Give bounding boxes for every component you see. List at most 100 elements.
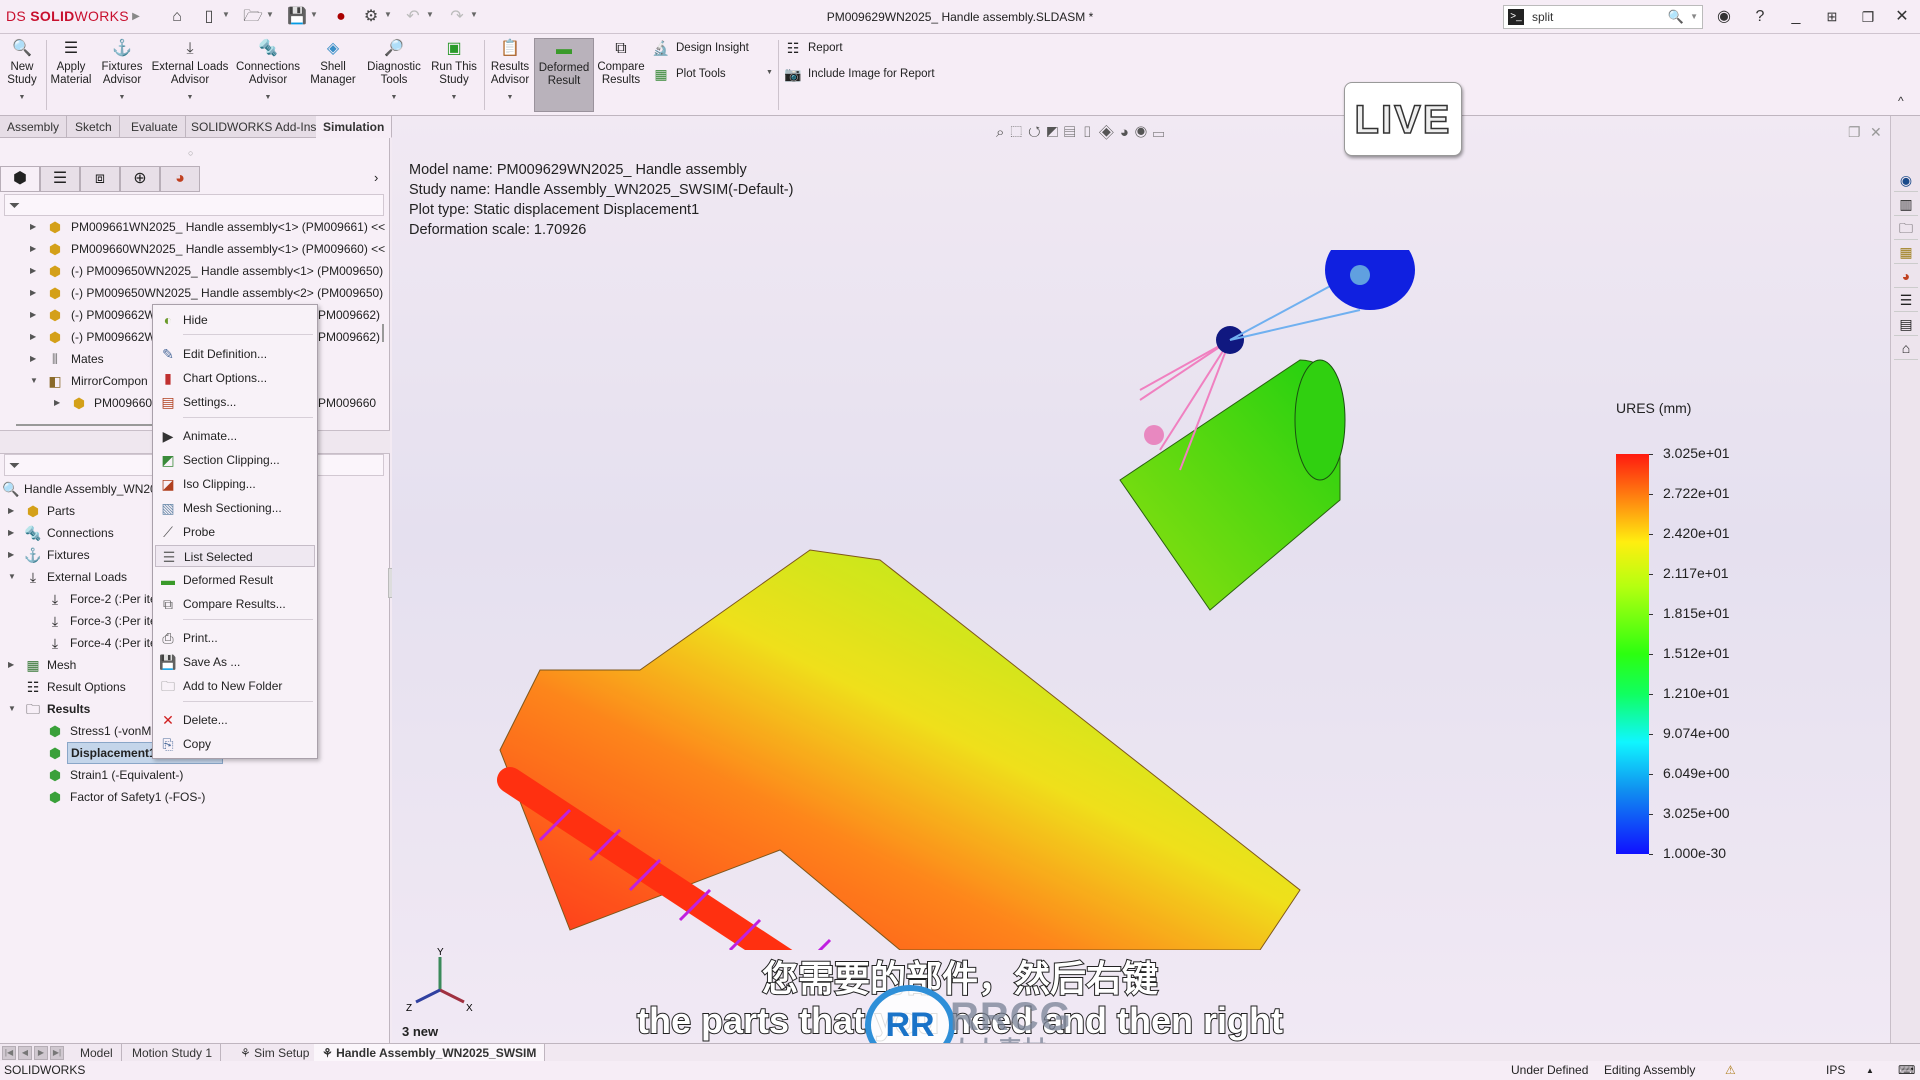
section-view-icon[interactable]: ◩ <box>1047 124 1064 141</box>
new-dropdown-icon[interactable]: ▼ <box>222 10 230 19</box>
prev-tab-button[interactable]: ◀ <box>18 1046 32 1060</box>
menu-item-compare-results[interactable]: ⧉ Compare Results... <box>155 593 315 615</box>
menu-item-edit-definition[interactable]: ✎ Edit Definition... <box>155 343 315 365</box>
feature-tree-tab-icon[interactable]: ⬢ <box>0 166 40 192</box>
menu-item-probe[interactable]: ⟋ Probe <box>155 521 315 543</box>
view-settings-icon[interactable]: ▭ <box>1153 124 1170 141</box>
open-dropdown-icon[interactable]: ▼ <box>266 10 274 19</box>
menu-item-delete[interactable]: ✕ Delete... <box>155 709 315 731</box>
menu-item-iso-clipping[interactable]: ◪ Iso Clipping... <box>155 473 315 495</box>
solidworks-forum-icon[interactable]: ▤ <box>1894 312 1918 336</box>
expand-menu-arrow-icon[interactable]: ▶ <box>125 7 147 27</box>
help-icon[interactable]: ? <box>1748 6 1772 28</box>
expand-arrow-icon[interactable]: ▶ <box>30 216 36 238</box>
menu-item-deformed-result[interactable]: ▬ Deformed Result <box>155 569 315 591</box>
tile-window-button[interactable]: ⊞ <box>1820 6 1844 28</box>
save-dropdown-icon[interactable]: ▼ <box>310 10 318 19</box>
new-document-icon[interactable]: ▯ <box>198 7 220 27</box>
close-window-button[interactable]: ✕ <box>1890 6 1914 28</box>
view-orientation-icon[interactable]: ▯ <box>1081 124 1098 141</box>
diagnostic-tools-button[interactable]: 🔎 Diagnostic Tools ▼ <box>362 38 426 112</box>
tab-sketch[interactable]: Sketch <box>68 116 120 138</box>
units-dropdown-icon[interactable]: ▲ <box>1866 1061 1874 1080</box>
include-image-for-report-button[interactable]: 📷 Include Image for Report <box>782 63 934 85</box>
compare-results-button[interactable]: ⧉ Compare Results <box>596 38 646 112</box>
dimxpert-tab-icon[interactable]: ⊕ <box>120 166 160 192</box>
redo-dropdown-icon[interactable]: ▼ <box>470 10 478 19</box>
report-button[interactable]: ☷ Report <box>782 37 843 59</box>
tab-assembly[interactable]: Assembly <box>0 116 68 138</box>
previous-view-icon[interactable]: ↺ <box>1028 124 1047 141</box>
run-this-study-button[interactable]: ▣ Run This Study ▼ <box>428 38 480 112</box>
search-icon[interactable]: 🔍 <box>1668 6 1684 28</box>
rebuild-icon[interactable]: ● <box>330 7 352 27</box>
zoom-to-area-icon[interactable]: ⬚ <box>1010 124 1028 141</box>
tab-sim-setup[interactable]: ⚘ Sim Setup <box>232 1044 319 1062</box>
solidworks-resources-icon[interactable]: ◉ <box>1894 168 1918 192</box>
home-icon[interactable]: ⌂ <box>1894 336 1918 360</box>
expand-arrow-icon[interactable]: ▶ <box>8 544 14 566</box>
restore-window-button[interactable]: ❐ <box>1856 6 1880 28</box>
expand-arrow-icon[interactable]: ▶ <box>54 392 60 414</box>
expand-arrow-icon[interactable]: ▶ <box>8 522 14 544</box>
feature-tree-filter[interactable]: ⏷ <box>4 194 384 216</box>
tab-simulation-study[interactable]: ⚘ Handle Assembly_WN2025_SWSIM <box>314 1044 546 1062</box>
dropdown-arrow-icon[interactable]: ▼ <box>2 91 42 104</box>
menu-item-animate[interactable]: ▶ Animate... <box>155 425 315 447</box>
expand-arrow-icon[interactable]: ▶ <box>30 260 36 282</box>
display-style-icon[interactable]: ◈ <box>1099 124 1120 141</box>
plot-tools-dropdown-icon[interactable]: ▼ <box>766 69 773 76</box>
panel-grip-icon[interactable]: ○ <box>188 148 193 158</box>
menu-item-copy[interactable]: ⎘ Copy <box>155 733 315 755</box>
appearances-icon[interactable]: ◕ <box>1894 264 1918 288</box>
redo-icon[interactable]: ↷ <box>446 7 468 27</box>
appearance-icon[interactable]: ◉ <box>1135 124 1153 141</box>
menu-item-chart-options[interactable]: ▮ Chart Options... <box>155 367 315 389</box>
viewport-restore-icon[interactable]: ❐ <box>1848 124 1861 141</box>
options-dropdown-icon[interactable]: ▼ <box>384 10 392 19</box>
collapse-ribbon-icon[interactable]: ^ <box>1898 94 1904 108</box>
menu-item-settings[interactable]: ▤ Settings... <box>155 391 315 413</box>
dropdown-arrow-icon[interactable]: ▼ <box>486 91 534 104</box>
dropdown-arrow-icon[interactable]: ▼ <box>150 91 230 104</box>
open-icon[interactable]: 🗁 <box>242 7 264 27</box>
tab-model[interactable]: Model <box>72 1044 122 1062</box>
zoom-to-fit-icon[interactable]: ⌕ <box>996 124 1010 141</box>
expand-arrow-icon[interactable]: ▶ <box>30 238 36 260</box>
menu-item-section-clipping[interactable]: ◩ Section Clipping... <box>155 449 315 471</box>
hide-show-icon[interactable]: ◕ <box>1120 124 1135 141</box>
custom-properties-icon[interactable]: ☰ <box>1894 288 1918 312</box>
save-icon[interactable]: 💾 <box>286 7 308 27</box>
tab-solidworks-add-ins[interactable]: SOLIDWORKS Add-Ins <box>184 116 325 138</box>
dropdown-arrow-icon[interactable]: ▼ <box>98 91 146 104</box>
solidworks-logo[interactable]: DS SOLIDWORKS <box>6 8 129 24</box>
display-manager-tab-icon[interactable]: ◕ <box>160 166 200 192</box>
design-library-icon[interactable]: ▥ <box>1894 192 1918 216</box>
menu-item-hide[interactable]: ◐ Hide <box>155 309 315 331</box>
fixtures-advisor-button[interactable]: ⚓ Fixtures Advisor ▼ <box>98 38 146 112</box>
file-explorer-icon[interactable]: 🗀 <box>1894 216 1918 240</box>
dropdown-arrow-icon[interactable]: ▼ <box>232 91 304 104</box>
next-tab-button[interactable]: ▶ <box>34 1046 48 1060</box>
results-advisor-button[interactable]: 📋 Results Advisor ▼ <box>486 38 534 112</box>
collapse-arrow-icon[interactable]: ▼ <box>8 698 16 720</box>
status-units[interactable]: IPS <box>1826 1061 1845 1080</box>
new-study-button[interactable]: 🔍 New Study ▼ <box>2 38 42 112</box>
shell-manager-button[interactable]: ◈ Shell Manager <box>306 38 360 112</box>
undo-icon[interactable]: ↶ <box>402 7 424 27</box>
menu-item-save-as[interactable]: 💾 Save As ... <box>155 651 315 673</box>
user-account-icon[interactable]: ◉ <box>1712 6 1736 28</box>
last-tab-button[interactable]: ▶| <box>50 1046 64 1060</box>
tab-evaluate[interactable]: Evaluate <box>124 116 186 138</box>
connections-advisor-button[interactable]: 🔩 Connections Advisor ▼ <box>232 38 304 112</box>
expand-tabs-arrow-icon[interactable]: › <box>374 170 378 185</box>
options-gear-icon[interactable]: ⚙ <box>360 7 382 27</box>
collapse-arrow-icon[interactable]: ▼ <box>30 370 38 392</box>
expand-arrow-icon[interactable]: ▶ <box>30 304 36 326</box>
undo-dropdown-icon[interactable]: ▼ <box>426 10 434 19</box>
minimize-button[interactable]: _ <box>1784 6 1808 28</box>
search-dropdown-icon[interactable]: ▼ <box>1690 6 1698 28</box>
view-palette-icon[interactable]: ▦ <box>1894 240 1918 264</box>
rebuild-warning-icon[interactable]: ⚠ <box>1725 1061 1736 1080</box>
expand-arrow-icon[interactable]: ▶ <box>30 282 36 304</box>
